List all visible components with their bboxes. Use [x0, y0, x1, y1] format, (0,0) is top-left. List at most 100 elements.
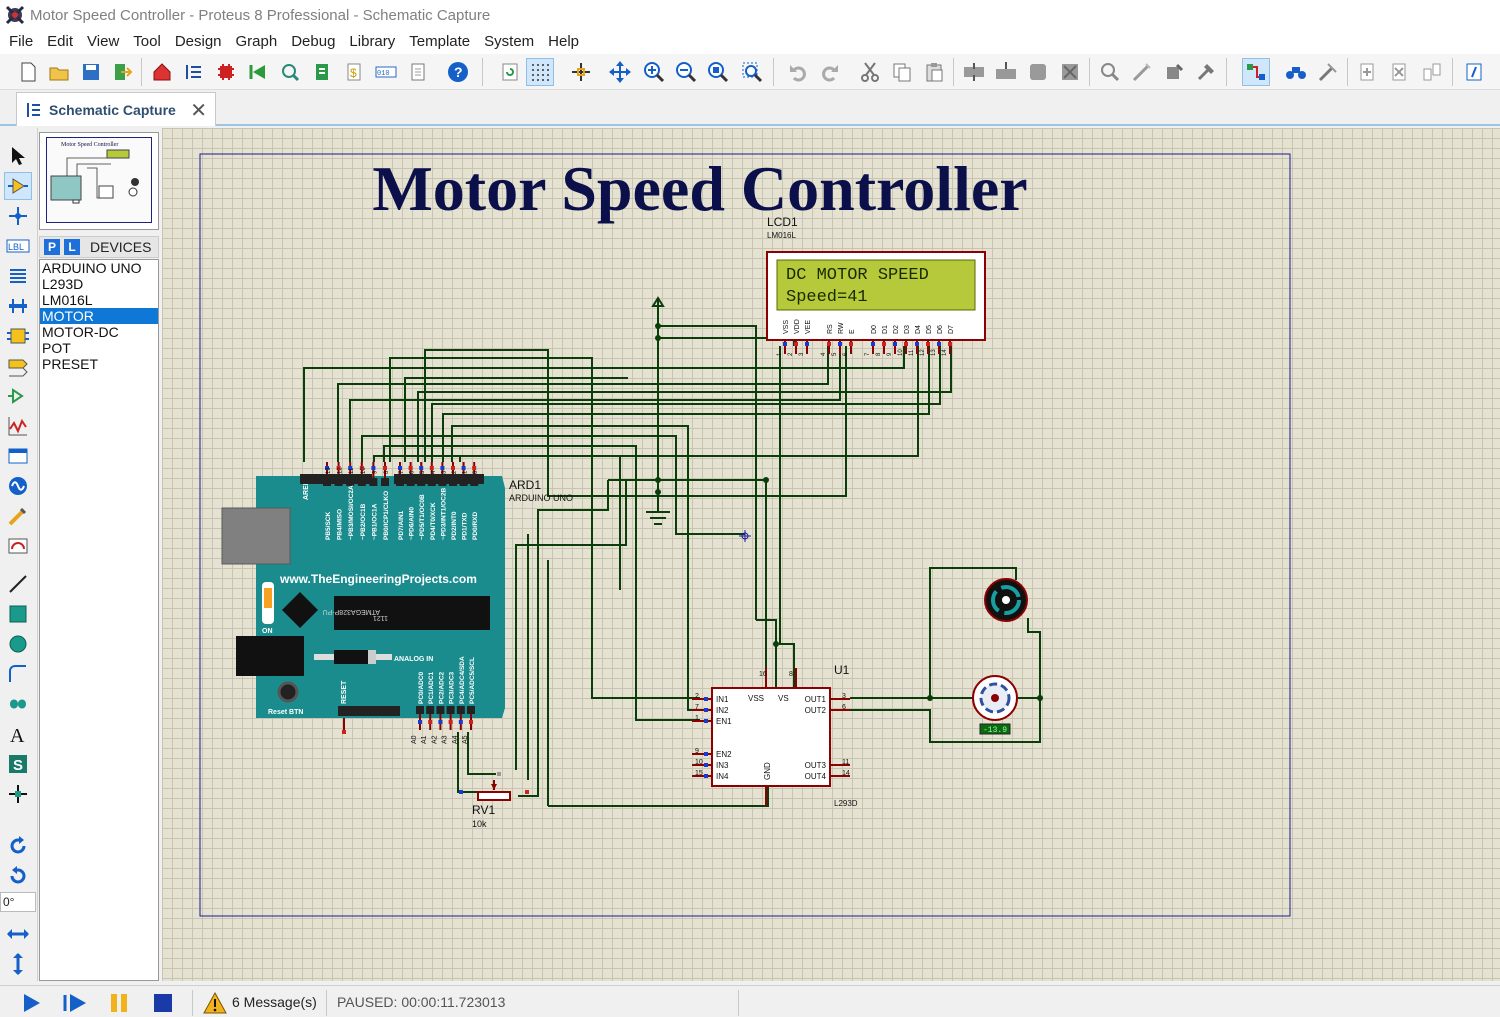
save-icon[interactable] [77, 58, 105, 86]
pcb-icon[interactable] [212, 58, 240, 86]
pan-icon[interactable] [606, 58, 634, 86]
wire-label-icon[interactable]: LBL [4, 232, 32, 260]
notes-icon[interactable] [404, 58, 432, 86]
device-item-preset[interactable]: PRESET [40, 356, 158, 372]
warning-icon[interactable] [202, 991, 228, 1015]
messages-count[interactable]: 6 Message(s) [232, 994, 317, 1010]
circle-tool-icon[interactable] [4, 630, 32, 658]
undo-icon[interactable] [784, 58, 812, 86]
cost-icon[interactable]: $ [340, 58, 368, 86]
overview-window[interactable]: Motor Speed Controller [39, 132, 159, 230]
block-move-icon[interactable] [992, 58, 1020, 86]
zoom-in-icon[interactable] [640, 58, 668, 86]
origin-icon[interactable] [567, 58, 595, 86]
symbol-tool-icon[interactable]: S [4, 750, 32, 778]
source-code-icon[interactable]: 010 [372, 58, 400, 86]
device-item-pot[interactable]: POT [40, 340, 158, 356]
arc-tool-icon[interactable] [4, 660, 32, 688]
mirror-x-icon[interactable] [4, 920, 32, 948]
menu-debug[interactable]: Debug [284, 30, 342, 54]
remove-sheet-icon[interactable] [1386, 58, 1414, 86]
pause-icon[interactable] [106, 991, 132, 1015]
device-item-motor-dc[interactable]: MOTOR-DC [40, 324, 158, 340]
device-item-lm016l[interactable]: LM016L [40, 292, 158, 308]
rotate-clockwise-icon[interactable] [4, 832, 32, 860]
schematic-canvas[interactable]: Motor Speed Controller LCD1 LM016L DC MO… [162, 128, 1500, 981]
device-item-l293d[interactable]: L293D [40, 276, 158, 292]
menu-tool[interactable]: Tool [126, 30, 168, 54]
zoom-all-icon[interactable] [704, 58, 732, 86]
device-pins-icon[interactable] [4, 382, 32, 410]
voltage-probe-icon[interactable] [4, 502, 32, 530]
marker-tool-icon[interactable] [4, 780, 32, 808]
paste-icon[interactable] [920, 58, 948, 86]
make-device-icon[interactable] [1128, 58, 1156, 86]
rotation-angle-field[interactable]: 0° [0, 892, 36, 912]
bom-icon[interactable] [308, 58, 336, 86]
tab-schematic-capture[interactable]: Schematic Capture ✕ [16, 92, 216, 126]
home-icon[interactable] [148, 58, 176, 86]
device-item-motor[interactable]: MOTOR [40, 308, 158, 324]
search-tag-icon[interactable] [1282, 58, 1310, 86]
text-script-icon[interactable] [4, 262, 32, 290]
copy-icon[interactable] [888, 58, 916, 86]
block-copy-icon[interactable] [960, 58, 988, 86]
line-tool-icon[interactable] [4, 570, 32, 598]
pick-parts-button[interactable]: P [44, 239, 60, 255]
menu-template[interactable]: Template [402, 30, 477, 54]
box-tool-icon[interactable] [4, 600, 32, 628]
menu-graph[interactable]: Graph [229, 30, 285, 54]
menu-view[interactable]: View [80, 30, 126, 54]
selection-mode-icon[interactable] [4, 142, 32, 170]
menu-system[interactable]: System [477, 30, 541, 54]
menu-design[interactable]: Design [168, 30, 229, 54]
zoom-area-icon[interactable] [738, 58, 766, 86]
rotate-anticlockwise-icon[interactable] [4, 862, 32, 890]
schematic-icon[interactable] [180, 58, 208, 86]
pick-device-icon[interactable] [1096, 58, 1124, 86]
path-tool-icon[interactable] [4, 690, 32, 718]
block-rotate-icon[interactable] [1024, 58, 1052, 86]
import-icon[interactable] [108, 58, 136, 86]
design-explorer-icon[interactable] [276, 58, 304, 86]
menu-edit[interactable]: Edit [40, 30, 80, 54]
device-item-arduino-uno[interactable]: ARDUINO UNO [40, 260, 158, 276]
menu-file[interactable]: File [2, 30, 40, 54]
open-folder-icon[interactable] [45, 58, 73, 86]
zoom-out-icon[interactable] [672, 58, 700, 86]
packaging-tool-icon[interactable] [1160, 58, 1188, 86]
subcircuit-icon[interactable] [4, 322, 32, 350]
decompose-icon[interactable] [1192, 58, 1220, 86]
terminals-icon[interactable] [4, 352, 32, 380]
redo-icon[interactable] [816, 58, 844, 86]
wire-autorouter-icon[interactable] [1242, 58, 1270, 86]
tab-close-icon[interactable]: ✕ [190, 98, 207, 123]
refresh-icon[interactable] [496, 58, 524, 86]
buses-icon[interactable] [4, 292, 32, 320]
script-icon[interactable] [1460, 58, 1488, 86]
cut-icon[interactable] [856, 58, 884, 86]
stop-icon[interactable] [150, 991, 176, 1015]
block-delete-icon[interactable] [1056, 58, 1084, 86]
virtual-instruments-icon[interactable] [4, 532, 32, 560]
menu-library[interactable]: Library [342, 30, 402, 54]
library-manager-button[interactable]: L [64, 239, 80, 255]
new-file-icon[interactable] [14, 58, 42, 86]
tape-recorder-icon[interactable] [4, 442, 32, 470]
new-sheet-icon[interactable] [1354, 58, 1382, 86]
text-tool-icon[interactable]: A [4, 720, 32, 748]
grid-toggle-icon[interactable] [526, 58, 554, 86]
component-mode-icon[interactable] [4, 172, 32, 200]
junction-dot-icon[interactable] [4, 202, 32, 230]
play-icon[interactable] [18, 991, 44, 1015]
generator-icon[interactable] [4, 472, 32, 500]
mirror-y-icon[interactable] [4, 950, 32, 978]
menu-help[interactable]: Help [541, 30, 586, 54]
property-tool-icon[interactable] [1314, 58, 1342, 86]
gerber-icon[interactable] [244, 58, 272, 86]
atmega-label: ATMEGA328P-PU [323, 608, 380, 615]
exit-to-parent-icon[interactable] [1418, 58, 1446, 86]
graph-mode-icon[interactable] [4, 412, 32, 440]
step-icon[interactable] [62, 991, 88, 1015]
help-icon[interactable]: ? [444, 58, 472, 86]
